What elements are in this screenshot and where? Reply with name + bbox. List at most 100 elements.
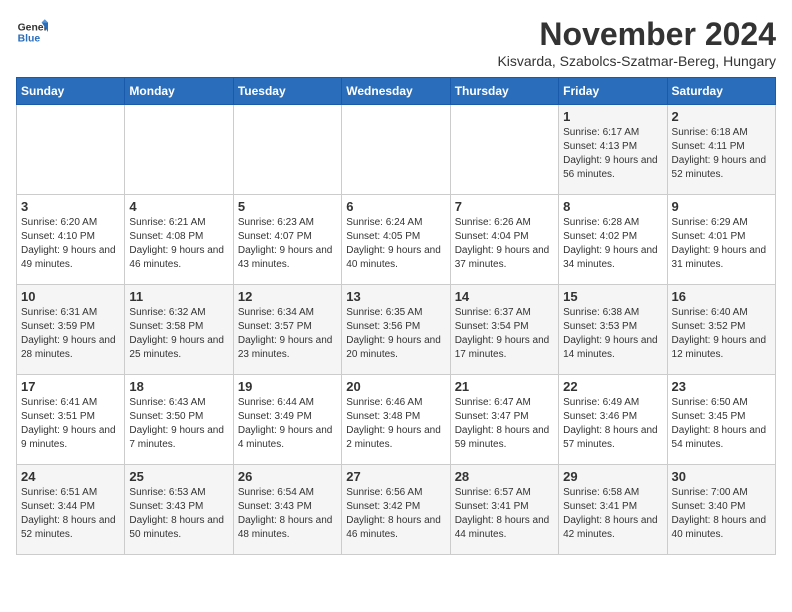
calendar-cell: 12 Sunrise: 6:34 AM Sunset: 3:57 PM Dayli… [233, 285, 341, 375]
day-number: 16 [672, 289, 771, 304]
calendar-cell: 1 Sunrise: 6:17 AM Sunset: 4:13 PM Daylig… [559, 105, 667, 195]
day-info: Sunrise: 6:35 AM Sunset: 3:56 PM Dayligh… [346, 306, 445, 362]
day-number: 18 [129, 379, 228, 394]
day-number: 28 [455, 469, 554, 484]
day-number: 3 [21, 199, 120, 214]
day-info: Sunrise: 6:53 AM Sunset: 3:43 PM Dayligh… [129, 486, 228, 542]
calendar-cell: 23 Sunrise: 6:50 AM Sunset: 3:45 PM Dayli… [667, 375, 775, 465]
logo-icon: General Blue [16, 16, 48, 48]
day-number: 24 [21, 469, 120, 484]
day-info: Sunrise: 6:49 AM Sunset: 3:46 PM Dayligh… [563, 396, 662, 452]
calendar-cell: 2 Sunrise: 6:18 AM Sunset: 4:11 PM Daylig… [667, 105, 775, 195]
calendar-cell [125, 105, 233, 195]
calendar-cell: 9 Sunrise: 6:29 AM Sunset: 4:01 PM Daylig… [667, 195, 775, 285]
day-info: Sunrise: 6:28 AM Sunset: 4:02 PM Dayligh… [563, 216, 662, 272]
calendar-cell: 27 Sunrise: 6:56 AM Sunset: 3:42 PM Dayli… [342, 465, 450, 555]
calendar-cell [342, 105, 450, 195]
calendar-cell: 5Sunrise: 6:23 AM Sunset: 4:07 PM Daylig… [233, 195, 341, 285]
day-info: Sunrise: 6:20 AM Sunset: 4:10 PM Dayligh… [21, 216, 120, 272]
calendar-cell: 25 Sunrise: 6:53 AM Sunset: 3:43 PM Dayli… [125, 465, 233, 555]
calendar-table: SundayMondayTuesdayWednesdayThursdayFrid… [16, 77, 776, 555]
day-number: 29 [563, 469, 662, 484]
day-number: 15 [563, 289, 662, 304]
calendar-cell: 15 Sunrise: 6:38 AM Sunset: 3:53 PM Dayli… [559, 285, 667, 375]
day-number: 8 [563, 199, 662, 214]
day-info: Sunrise: 6:43 AM Sunset: 3:50 PM Dayligh… [129, 396, 228, 452]
calendar-cell: 13 Sunrise: 6:35 AM Sunset: 3:56 PM Dayli… [342, 285, 450, 375]
day-number: 2 [672, 109, 771, 124]
day-number: 26 [238, 469, 337, 484]
day-info: Sunrise: 6:21 AM Sunset: 4:08 PM Dayligh… [129, 216, 228, 272]
day-info: Sunrise: 6:56 AM Sunset: 3:42 PM Dayligh… [346, 486, 445, 542]
day-info: Sunrise: 6:46 AM Sunset: 3:48 PM Dayligh… [346, 396, 445, 452]
day-info: Sunrise: 7:00 AM Sunset: 3:40 PM Dayligh… [672, 486, 771, 542]
day-of-week-header: Monday [125, 78, 233, 105]
day-info: Sunrise: 6:34 AM Sunset: 3:57 PM Dayligh… [238, 306, 337, 362]
title-block: November 2024 Kisvarda, Szabolcs-Szatmar… [497, 16, 776, 69]
day-of-week-header: Thursday [450, 78, 558, 105]
day-info: Sunrise: 6:57 AM Sunset: 3:41 PM Dayligh… [455, 486, 554, 542]
day-info: Sunrise: 6:29 AM Sunset: 4:01 PM Dayligh… [672, 216, 771, 272]
day-number: 11 [129, 289, 228, 304]
day-number: 27 [346, 469, 445, 484]
day-info: Sunrise: 6:18 AM Sunset: 4:11 PM Dayligh… [672, 126, 771, 182]
month-title: November 2024 [497, 16, 776, 53]
day-number: 1 [563, 109, 662, 124]
calendar-cell: 18 Sunrise: 6:43 AM Sunset: 3:50 PM Dayli… [125, 375, 233, 465]
calendar-cell: 17Sunrise: 6:41 AM Sunset: 3:51 PM Dayli… [17, 375, 125, 465]
page-header: General Blue November 2024 Kisvarda, Sza… [16, 16, 776, 69]
location: Kisvarda, Szabolcs-Szatmar-Bereg, Hungar… [497, 53, 776, 69]
day-info: Sunrise: 6:40 AM Sunset: 3:52 PM Dayligh… [672, 306, 771, 362]
day-info: Sunrise: 6:17 AM Sunset: 4:13 PM Dayligh… [563, 126, 662, 182]
day-number: 6 [346, 199, 445, 214]
day-number: 22 [563, 379, 662, 394]
calendar-cell: 6Sunrise: 6:24 AM Sunset: 4:05 PM Daylig… [342, 195, 450, 285]
day-info: Sunrise: 6:32 AM Sunset: 3:58 PM Dayligh… [129, 306, 228, 362]
day-info: Sunrise: 6:51 AM Sunset: 3:44 PM Dayligh… [21, 486, 120, 542]
calendar-cell [233, 105, 341, 195]
day-of-week-header: Saturday [667, 78, 775, 105]
day-info: Sunrise: 6:31 AM Sunset: 3:59 PM Dayligh… [21, 306, 120, 362]
calendar-cell: 29Sunrise: 6:58 AM Sunset: 3:41 PM Dayli… [559, 465, 667, 555]
day-number: 10 [21, 289, 120, 304]
day-info: Sunrise: 6:38 AM Sunset: 3:53 PM Dayligh… [563, 306, 662, 362]
calendar-cell: 26 Sunrise: 6:54 AM Sunset: 3:43 PM Dayli… [233, 465, 341, 555]
day-number: 7 [455, 199, 554, 214]
day-number: 4 [129, 199, 228, 214]
day-of-week-header: Wednesday [342, 78, 450, 105]
day-info: Sunrise: 6:54 AM Sunset: 3:43 PM Dayligh… [238, 486, 337, 542]
calendar-cell: 16 Sunrise: 6:40 AM Sunset: 3:52 PM Dayli… [667, 285, 775, 375]
calendar-cell: 24 Sunrise: 6:51 AM Sunset: 3:44 PM Dayli… [17, 465, 125, 555]
day-info: Sunrise: 6:26 AM Sunset: 4:04 PM Dayligh… [455, 216, 554, 272]
day-number: 13 [346, 289, 445, 304]
day-number: 20 [346, 379, 445, 394]
day-number: 19 [238, 379, 337, 394]
day-number: 14 [455, 289, 554, 304]
day-of-week-header: Friday [559, 78, 667, 105]
svg-text:Blue: Blue [18, 34, 41, 45]
calendar-cell: 22 Sunrise: 6:49 AM Sunset: 3:46 PM Dayli… [559, 375, 667, 465]
calendar-cell: 7 Sunrise: 6:26 AM Sunset: 4:04 PM Daylig… [450, 195, 558, 285]
calendar-header: SundayMondayTuesdayWednesdayThursdayFrid… [17, 78, 776, 105]
day-number: 9 [672, 199, 771, 214]
day-number: 12 [238, 289, 337, 304]
day-number: 25 [129, 469, 228, 484]
calendar-cell: 20 Sunrise: 6:46 AM Sunset: 3:48 PM Dayli… [342, 375, 450, 465]
day-of-week-header: Sunday [17, 78, 125, 105]
day-info: Sunrise: 6:47 AM Sunset: 3:47 PM Dayligh… [455, 396, 554, 452]
day-info: Sunrise: 6:50 AM Sunset: 3:45 PM Dayligh… [672, 396, 771, 452]
day-info: Sunrise: 6:44 AM Sunset: 3:49 PM Dayligh… [238, 396, 337, 452]
day-number: 23 [672, 379, 771, 394]
day-number: 17 [21, 379, 120, 394]
calendar-cell: 21 Sunrise: 6:47 AM Sunset: 3:47 PM Dayli… [450, 375, 558, 465]
day-of-week-header: Tuesday [233, 78, 341, 105]
calendar-cell: 28 Sunrise: 6:57 AM Sunset: 3:41 PM Dayli… [450, 465, 558, 555]
day-number: 21 [455, 379, 554, 394]
calendar-cell [450, 105, 558, 195]
day-info: Sunrise: 6:37 AM Sunset: 3:54 PM Dayligh… [455, 306, 554, 362]
calendar-cell: 30Sunrise: 7:00 AM Sunset: 3:40 PM Dayli… [667, 465, 775, 555]
calendar-cell: 4 Sunrise: 6:21 AM Sunset: 4:08 PM Daylig… [125, 195, 233, 285]
day-info: Sunrise: 6:23 AM Sunset: 4:07 PM Dayligh… [238, 216, 337, 272]
calendar-cell: 14 Sunrise: 6:37 AM Sunset: 3:54 PM Dayli… [450, 285, 558, 375]
calendar-cell: 19 Sunrise: 6:44 AM Sunset: 3:49 PM Dayli… [233, 375, 341, 465]
